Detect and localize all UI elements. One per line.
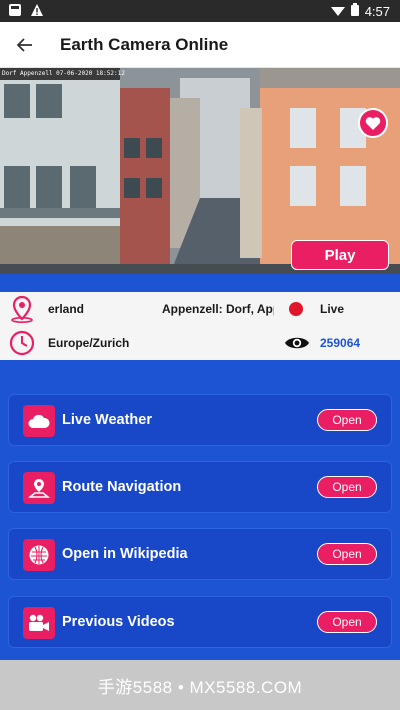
battery-icon [350, 3, 359, 19]
cloud-icon [23, 405, 55, 437]
favorite-button[interactable] [358, 108, 388, 138]
live-indicator [289, 302, 303, 316]
live-label: Live [320, 302, 345, 316]
location-row: erland Appenzell: Dorf, Appenzell Live [0, 292, 400, 326]
menu-item-label: Route Navigation [62, 479, 182, 495]
map-route-icon [23, 472, 55, 504]
wikipedia-icon [23, 539, 55, 571]
open-route-navigation-button[interactable]: Open [317, 476, 377, 498]
wifi-icon [330, 4, 345, 19]
menu-item-open-in-wikipedia[interactable]: Open in Wikipedia Open [8, 528, 392, 580]
place-label: Appenzell: Dorf, Appenzell [162, 302, 274, 316]
menu-area: Live Weather Open Route Navigation Open … [0, 360, 400, 660]
timezone-label: Europe/Zurich [48, 336, 130, 350]
page-title: Earth Camera Online [60, 35, 229, 54]
menu-item-live-weather[interactable]: Live Weather Open [8, 394, 392, 446]
clock-icon [9, 330, 35, 356]
open-previous-videos-button[interactable]: Open [317, 611, 377, 633]
status-time: 4:57 [364, 3, 390, 19]
notification-icon [8, 3, 22, 22]
arrow-left-icon [16, 38, 32, 52]
menu-item-label: Live Weather [62, 412, 152, 428]
watermark: 手游5588 • MX5588.COM [0, 660, 400, 710]
open-wikipedia-button[interactable]: Open [317, 543, 377, 565]
country-label: erland [48, 302, 85, 316]
back-button[interactable] [12, 32, 38, 58]
heart-icon [365, 116, 381, 130]
camera-timestamp: Dorf Appenzell 07-06-2020 18:52:12 [2, 70, 125, 77]
location-pin-icon [11, 295, 33, 323]
status-bar: 4:57 [0, 0, 400, 22]
open-live-weather-button[interactable]: Open [317, 409, 377, 431]
play-button[interactable]: Play [291, 240, 389, 270]
eye-icon [285, 337, 309, 349]
timezone-row: Europe/Zurich 259064 [0, 326, 400, 360]
info-panel: erland Appenzell: Dorf, Appenzell Live E… [0, 274, 400, 360]
menu-item-label: Previous Videos [62, 614, 175, 630]
view-count: 259064 [320, 336, 361, 350]
camera-view[interactable]: Dorf Appenzell 07-06-2020 18:52:12 Play [0, 68, 400, 274]
menu-item-previous-videos[interactable]: Previous Videos Open [8, 596, 392, 648]
video-camera-icon [23, 607, 55, 639]
menu-item-label: Open in Wikipedia [62, 546, 188, 562]
menu-item-route-navigation[interactable]: Route Navigation Open [8, 461, 392, 513]
app-bar: Earth Camera Online [0, 22, 400, 68]
alert-icon [30, 3, 44, 22]
info-card: erland Appenzell: Dorf, Appenzell Live E… [0, 292, 400, 360]
